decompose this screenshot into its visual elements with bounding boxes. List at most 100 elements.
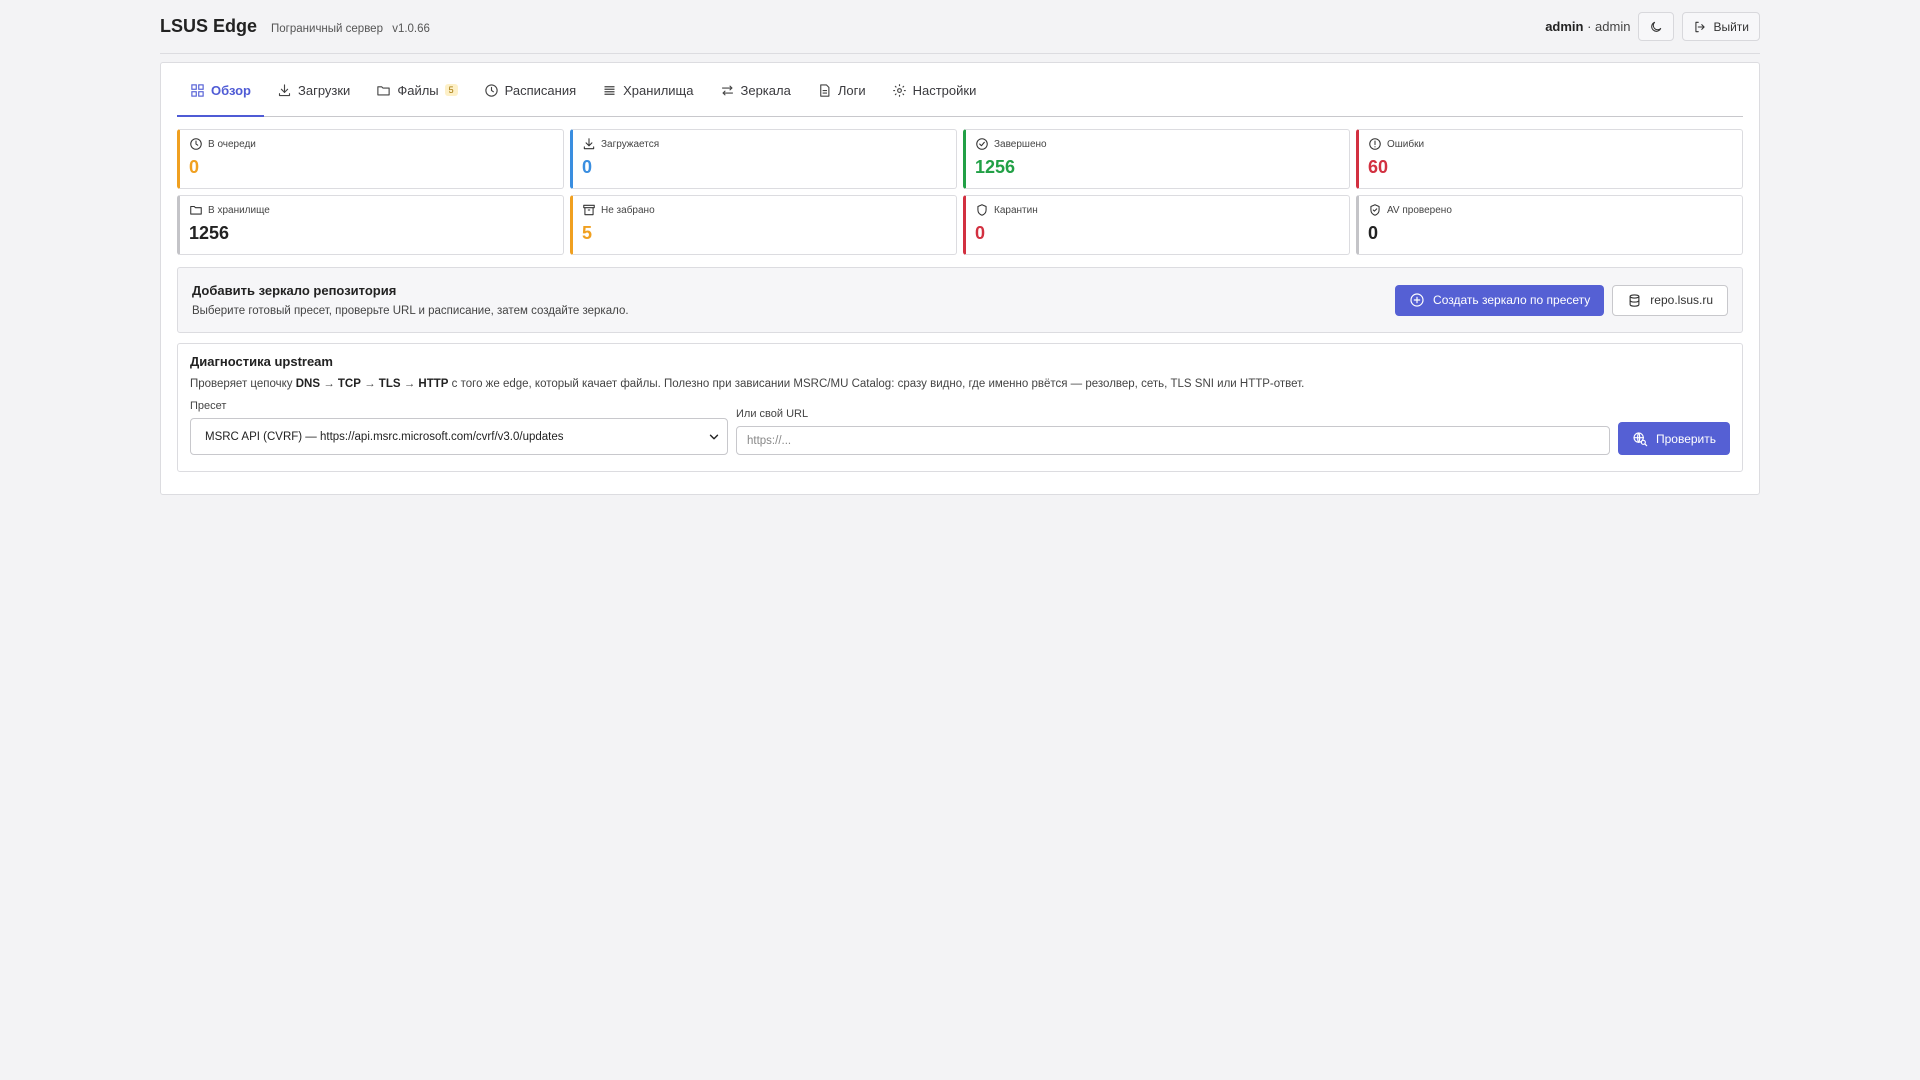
- stat-label: Ошибки: [1387, 138, 1425, 150]
- chevron-down-icon: [709, 434, 719, 439]
- main-card: Обзор Загрузки Файлы 5 Расписания Хранил…: [160, 62, 1760, 495]
- tab-label: Зеркала: [740, 82, 791, 98]
- stat-queued: В очереди 0: [177, 129, 564, 189]
- tab-overview[interactable]: Обзор: [177, 73, 264, 117]
- diagnostics-title: Диагностика upstream: [190, 354, 333, 369]
- chain-arrow: →: [360, 378, 379, 390]
- stat-completed: Завершено 1256: [963, 129, 1350, 189]
- stat-label: Карантин: [994, 204, 1038, 216]
- stat-label: Загружается: [601, 138, 660, 150]
- tab-mirrors[interactable]: Зеркала: [707, 73, 804, 116]
- custom-url-input[interactable]: [736, 426, 1610, 455]
- archive-icon: [583, 204, 595, 216]
- storage-icon: [604, 85, 615, 95]
- tab-label: Логи: [837, 82, 866, 98]
- preset-select[interactable]: MSRC API (CVRF) — https://api.msrc.micro…: [190, 418, 728, 455]
- stat-label: Завершено: [994, 138, 1047, 150]
- desc-prefix: Проверяет цепочку: [190, 378, 296, 390]
- user-role: admin: [1595, 19, 1631, 34]
- stat-value: 5: [582, 223, 593, 243]
- download-icon: [583, 138, 595, 150]
- repo-link-button[interactable]: repo.lsus.ru: [1612, 284, 1728, 316]
- theme-toggle-button[interactable]: [1638, 12, 1675, 41]
- tab-storages[interactable]: Хранилища: [589, 73, 706, 116]
- app-subtitle: Пограничный сервер v1.0.66: [271, 23, 430, 35]
- tab-logs[interactable]: Логи: [804, 73, 879, 116]
- version-label: v1.0.66: [392, 23, 430, 35]
- alert-circle-icon: [1369, 138, 1381, 150]
- preset-selected-value: MSRC API (CVRF) — https://api.msrc.micro…: [205, 430, 564, 443]
- check-circle-icon: [976, 138, 988, 150]
- stat-value: 0: [189, 157, 200, 177]
- clock-icon: [484, 83, 498, 97]
- tab-label: Хранилища: [623, 82, 694, 98]
- logout-label: Выйти: [1713, 19, 1749, 34]
- stat-label: В хранилище: [208, 204, 270, 216]
- upstream-diagnostics-panel: Диагностика upstream Проверяет цепочку D…: [177, 343, 1743, 472]
- moon-icon: [1651, 21, 1662, 32]
- subtitle-text: Пограничный сервер: [271, 23, 383, 35]
- tab-label: Загрузки: [298, 82, 351, 98]
- tab-schedules[interactable]: Расписания: [471, 73, 589, 116]
- plus-circle-icon: [1410, 293, 1424, 307]
- stats-grid: В очереди 0 Загружается 0 Завершено 1256…: [177, 129, 1743, 255]
- download-icon: [278, 83, 291, 96]
- tab-label: Файлы: [397, 82, 439, 98]
- stat-value: 1256: [975, 157, 1016, 177]
- dashboard-icon: [191, 83, 204, 97]
- chain-http: HTTP: [418, 378, 449, 390]
- desc-suffix: с того же edge, который качает файлы. По…: [448, 378, 1305, 390]
- top-bar: LSUS Edge Пограничный сервер v1.0.66 adm…: [160, 0, 1760, 54]
- stat-errors: Ошибки 60: [1356, 129, 1743, 189]
- app-title: LSUS Edge: [160, 16, 258, 36]
- folder-icon: [190, 205, 202, 215]
- stat-not-picked: Не забрано 5: [570, 195, 957, 255]
- diagnostics-description: Проверяет цепочку DNS → TCP → TLS → HTTP…: [190, 378, 1730, 390]
- tab-settings[interactable]: Настройки: [879, 73, 990, 116]
- user-area: admin · admin Выйти: [1545, 12, 1760, 41]
- tab-bar: Обзор Загрузки Файлы 5 Расписания Хранил…: [177, 73, 1743, 117]
- brand: LSUS Edge Пограничный сервер v1.0.66: [160, 16, 430, 37]
- stat-downloading: Загружается 0: [570, 129, 957, 189]
- chain-tls: TLS: [378, 378, 401, 390]
- stat-value: 0: [975, 223, 986, 243]
- stat-label: В очереди: [208, 138, 256, 150]
- add-mirror-panel: Добавить зеркало репозитория Выберите го…: [177, 267, 1743, 333]
- user-info: admin · admin: [1545, 19, 1630, 34]
- globe-search-icon: [1633, 431, 1648, 446]
- folder-icon: [377, 85, 391, 95]
- gear-icon: [892, 83, 906, 97]
- tab-label: Настройки: [912, 82, 977, 98]
- logout-button[interactable]: Выйти: [1682, 12, 1760, 41]
- stat-value: 60: [1368, 157, 1389, 177]
- database-icon: [1629, 293, 1640, 307]
- add-mirror-description: Выберите готовый пресет, проверьте URL и…: [192, 305, 629, 317]
- stat-av-checked: AV проверено 0: [1356, 195, 1743, 255]
- chain-dns: DNS: [295, 378, 321, 390]
- tab-label: Обзор: [211, 82, 251, 98]
- chain-arrow: →: [320, 378, 338, 390]
- user-separator: ·: [1583, 19, 1596, 34]
- check-label: Проверить: [1656, 431, 1717, 446]
- swap-arrows-icon: [721, 85, 733, 95]
- stat-label: AV проверено: [1387, 204, 1452, 216]
- tab-files[interactable]: Файлы 5: [363, 73, 470, 116]
- stat-label: Не забрано: [601, 204, 655, 216]
- add-mirror-title: Добавить зеркало репозитория: [192, 283, 397, 298]
- document-icon: [820, 83, 830, 97]
- check-button[interactable]: Проверить: [1618, 422, 1731, 455]
- create-mirror-button[interactable]: Создать зеркало по пресету: [1395, 284, 1605, 316]
- stat-quarantine: Карантин 0: [963, 195, 1350, 255]
- tab-label: Расписания: [504, 82, 577, 98]
- custom-url-label: Или свой URL: [736, 408, 809, 420]
- shield-icon: [977, 204, 987, 216]
- files-count-badge: 5: [444, 84, 458, 96]
- preset-label: Пресет: [190, 400, 227, 412]
- clock-icon: [190, 138, 202, 150]
- shield-check-icon: [1370, 204, 1380, 216]
- stat-value: 1256: [189, 223, 230, 243]
- user-name: admin: [1545, 19, 1584, 34]
- stat-value: 0: [1368, 223, 1379, 243]
- chain-tcp: TCP: [337, 378, 361, 390]
- tab-downloads[interactable]: Загрузки: [264, 73, 363, 116]
